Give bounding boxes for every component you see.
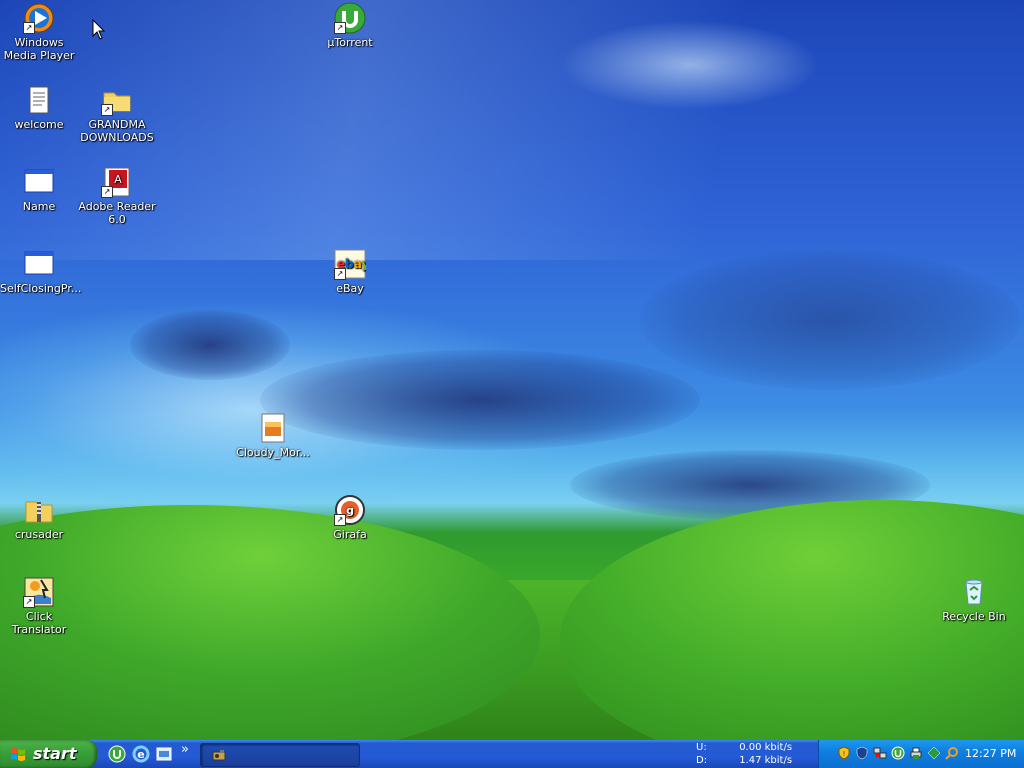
internet-explorer-icon[interactable]: e xyxy=(132,745,150,763)
desktop-icon-label: Cloudy_Mor... xyxy=(236,446,310,459)
desktop-icon-windows-media-player[interactable]: ↗ Windows Media Player xyxy=(0,2,78,62)
system-tray: ! 12:27 PM xyxy=(818,740,1024,768)
utorrent-tray-icon[interactable] xyxy=(891,746,905,760)
download-label: D: xyxy=(696,755,708,766)
cloud-dark xyxy=(260,350,700,450)
app-icon[interactable] xyxy=(927,746,941,760)
desktop-icon-label: Click Translator xyxy=(11,610,67,636)
desktop-icon-label: Adobe Reader 6.0 xyxy=(78,200,156,226)
desktop-icon-welcome[interactable]: welcome xyxy=(0,84,78,131)
girafa-icon: g ↗ xyxy=(334,494,366,526)
desktop-icon-label: welcome xyxy=(14,118,64,131)
mouse-cursor-icon xyxy=(92,19,106,40)
quick-launch-chevron[interactable]: » xyxy=(181,742,189,757)
desktop-icon-label: SelfClosingPr... xyxy=(0,282,82,295)
desktop-icon-ebay[interactable]: ebay ↗ eBay xyxy=(311,248,389,295)
desktop-icon-grandma-downloads[interactable]: ↗ GRANDMA DOWNLOADS xyxy=(78,84,156,144)
hill-left xyxy=(0,505,540,740)
network-monitor: U: 0.00 kbit/s D: 1.47 kbit/s xyxy=(696,741,806,767)
desktop-icon-recycle-bin[interactable]: Recycle Bin xyxy=(935,576,1013,623)
desktop-icon-selfclosing[interactable]: SelfClosingPr... xyxy=(0,248,82,295)
app-window-icon xyxy=(212,750,226,761)
windows-media-player-icon: ↗ xyxy=(23,2,55,34)
desktop-icon-cloudy[interactable]: Cloudy_Mor... xyxy=(234,412,312,459)
utorrent-icon: ↗ xyxy=(334,2,366,34)
window-app-icon xyxy=(23,248,55,280)
text-document-icon xyxy=(23,84,55,116)
shortcut-arrow-icon: ↗ xyxy=(334,22,346,34)
desktop-icon-label: Name xyxy=(22,200,56,213)
desktop[interactable]: ↗ Windows Media Player ↗ µTorrent welcom… xyxy=(0,0,1024,740)
desktop-icon-label: Recycle Bin xyxy=(942,610,1006,623)
image-file-icon xyxy=(257,412,289,444)
recycle-bin-icon xyxy=(958,576,990,608)
svg-text:!: ! xyxy=(843,750,846,758)
cloud-dark xyxy=(640,250,1020,390)
shortcut-arrow-icon: ↗ xyxy=(23,596,35,608)
printer-icon[interactable] xyxy=(909,746,923,760)
clock[interactable]: 12:27 PM xyxy=(965,747,1016,760)
svg-text:g: g xyxy=(346,504,354,517)
desktop-icon-label: Girafa xyxy=(333,528,367,541)
desktop-icon-label: crusader xyxy=(14,528,64,541)
adobe-reader-icon: A ↗ xyxy=(101,166,133,198)
shortcut-arrow-icon: ↗ xyxy=(334,268,346,280)
download-rate: 1.47 kbit/s xyxy=(739,755,793,766)
upload-label: U: xyxy=(696,742,707,753)
defender-icon[interactable] xyxy=(855,746,869,760)
desktop-icon-utorrent[interactable]: ↗ µTorrent xyxy=(311,2,389,49)
svg-text:A: A xyxy=(114,173,122,186)
taskbar: start e » U: 0.00 kbit/s D: 1.47 kbit/s xyxy=(0,740,1024,768)
sky-cloud-light xyxy=(560,20,820,110)
desktop-icon-name[interactable]: Name xyxy=(0,166,78,213)
ebay-icon: ebay ↗ xyxy=(334,248,369,280)
network-icon[interactable] xyxy=(873,746,887,760)
shortcut-arrow-icon: ↗ xyxy=(101,186,113,198)
desktop-icon-click-translator[interactable]: ↗ Click Translator xyxy=(0,576,78,636)
desktop-icon-adobe-reader[interactable]: A ↗ Adobe Reader 6.0 xyxy=(78,166,156,226)
security-shield-icon[interactable]: ! xyxy=(837,746,851,760)
desktop-icon-crusader[interactable]: crusader xyxy=(0,494,78,541)
folder-icon: ↗ xyxy=(101,84,133,116)
desktop-icon-girafa[interactable]: g ↗ Girafa xyxy=(311,494,389,541)
shortcut-arrow-icon: ↗ xyxy=(101,104,113,116)
desktop-icon-label: GRANDMA DOWNLOADS xyxy=(80,118,154,144)
start-label: start xyxy=(33,744,77,763)
window-app-icon xyxy=(23,166,55,198)
shortcut-arrow-icon: ↗ xyxy=(334,514,346,526)
click-translator-icon: ↗ xyxy=(23,576,55,608)
show-desktop-icon[interactable] xyxy=(155,745,173,763)
search-tray-icon[interactable] xyxy=(945,746,959,760)
taskbar-window-button[interactable] xyxy=(200,743,360,767)
desktop-icon-label: eBay xyxy=(336,282,364,295)
zip-folder-icon xyxy=(23,494,55,526)
upload-rate: 0.00 kbit/s xyxy=(739,742,793,753)
svg-text:e: e xyxy=(137,748,144,761)
desktop-icon-label: µTorrent xyxy=(327,36,373,49)
desktop-icon-label: Windows Media Player xyxy=(3,36,75,62)
shortcut-arrow-icon: ↗ xyxy=(23,22,35,34)
windows-flag-icon xyxy=(11,748,25,761)
utorrent-icon[interactable] xyxy=(108,745,126,763)
start-button[interactable]: start xyxy=(0,740,97,768)
cloud-dark xyxy=(130,310,290,380)
